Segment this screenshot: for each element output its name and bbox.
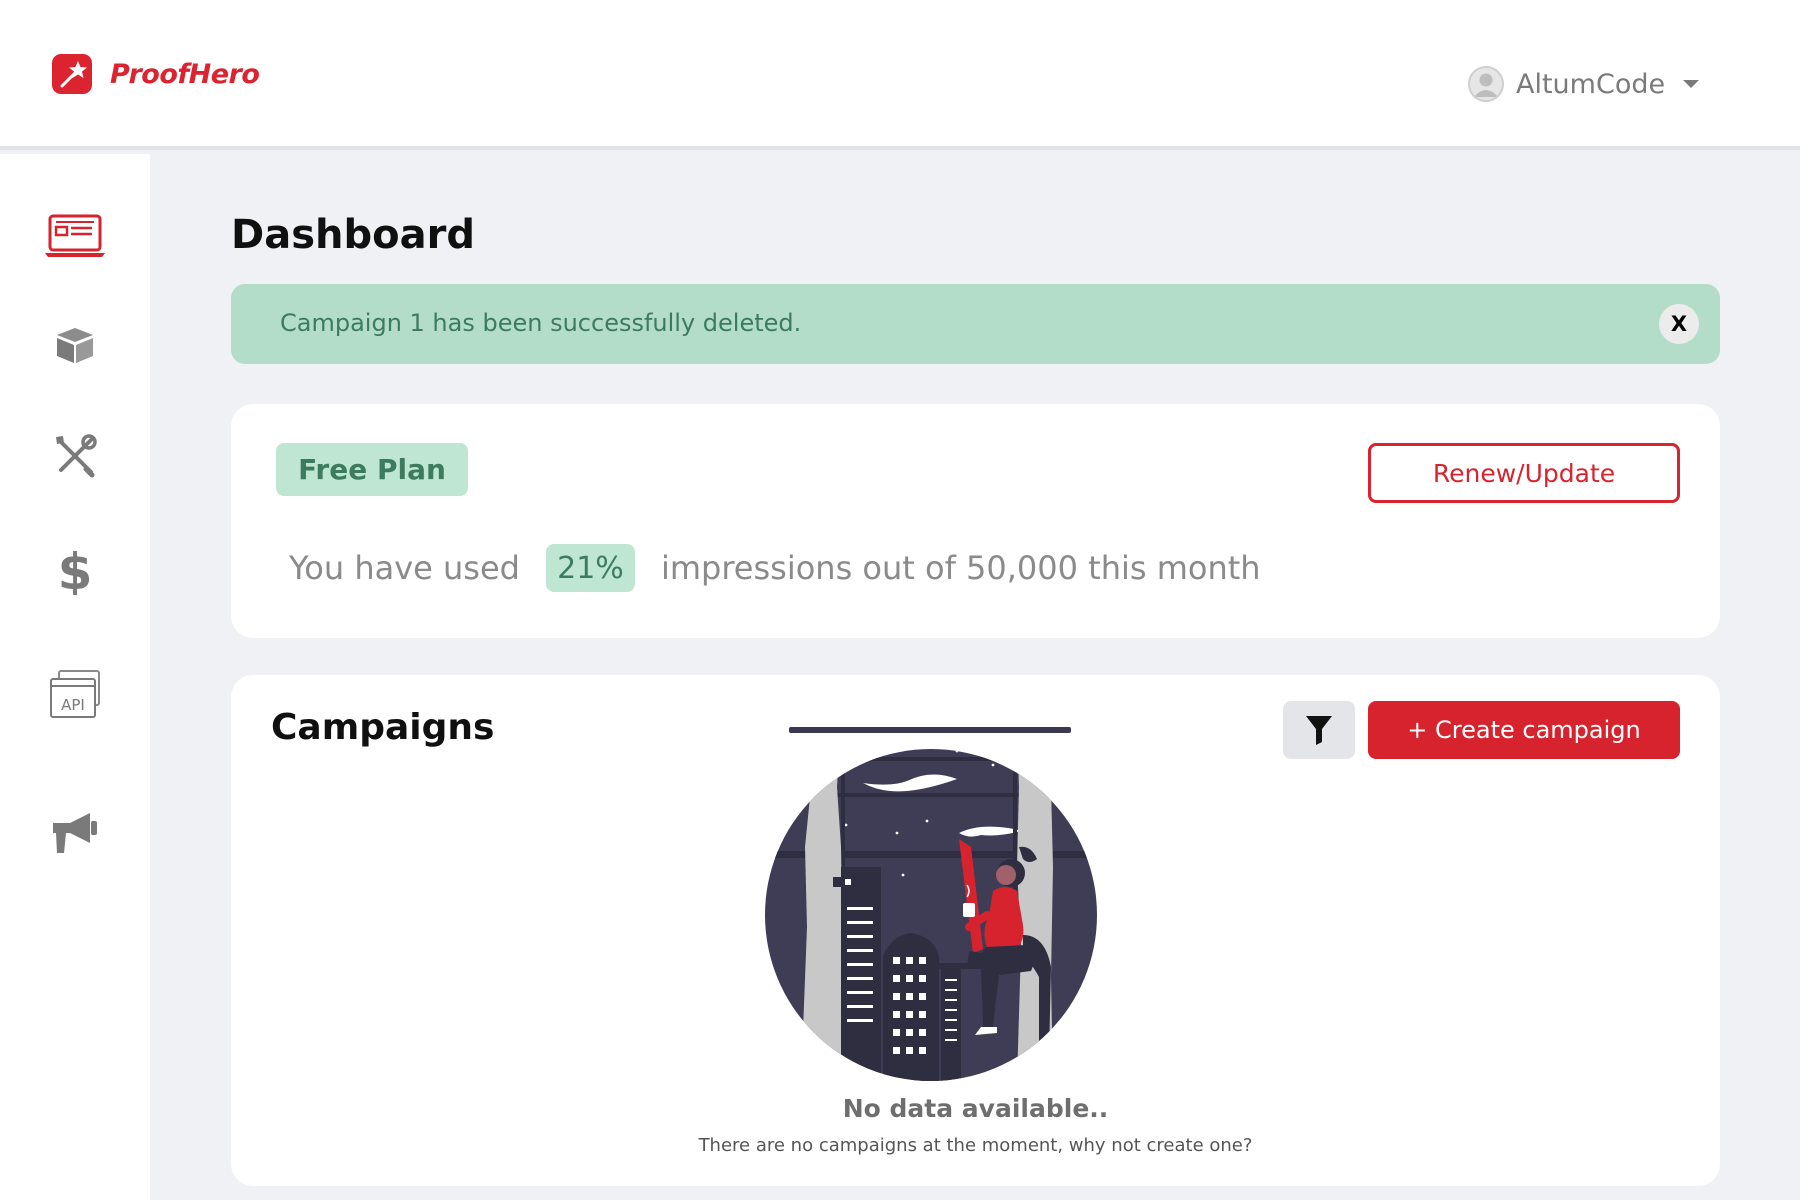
renew-update-button[interactable]: Renew/Update <box>1368 443 1680 503</box>
plan-card: Free Plan Renew/Update You have used 21%… <box>231 404 1720 638</box>
success-alert: Campaign 1 has been successfully deleted… <box>231 284 1720 364</box>
sidebar-item-tools[interactable] <box>0 416 150 496</box>
plan-badge: Free Plan <box>276 443 468 496</box>
filter-button[interactable] <box>1283 701 1355 759</box>
close-button[interactable]: X <box>1659 304 1699 344</box>
megaphone-icon <box>53 813 97 853</box>
create-campaign-button[interactable]: + Create campaign <box>1368 701 1680 759</box>
tools-icon <box>56 434 97 478</box>
main-content: Dashboard Campaign 1 has been successful… <box>150 154 1800 1200</box>
sidebar-item-products[interactable] <box>0 305 150 385</box>
svg-text:API: API <box>61 696 85 714</box>
empty-state-illustration <box>765 727 1097 1081</box>
sidebar-item-campaigns[interactable] <box>0 792 150 872</box>
chevron-down-icon <box>1683 80 1700 88</box>
empty-state-title: No data available.. <box>842 1094 1109 1123</box>
dollar-icon: $ <box>58 545 93 595</box>
sidebar-item-api[interactable]: API <box>0 654 150 734</box>
filter-icon <box>1306 716 1332 745</box>
package-icon <box>57 328 93 363</box>
sidebar-item-billing[interactable]: $ <box>0 530 150 610</box>
dashboard-icon <box>45 214 105 257</box>
usage-suffix: impressions out of 50,000 this month <box>660 549 1261 587</box>
avatar-icon <box>1468 66 1504 102</box>
api-icon: API <box>50 670 100 718</box>
user-menu[interactable]: AltumCode <box>1468 66 1700 102</box>
empty-state-subtitle: There are no campaigns at the moment, wh… <box>698 1135 1253 1156</box>
campaigns-card: Campaigns + Create campaign No data avai… <box>231 675 1720 1186</box>
usage-text: You have used 21% impressions out of 50,… <box>289 544 1261 592</box>
user-name: AltumCode <box>1516 68 1666 100</box>
page-title: Dashboard <box>231 212 475 258</box>
campaigns-title: Campaigns <box>271 707 495 748</box>
sidebar-item-dashboard[interactable] <box>0 196 150 276</box>
top-bar: ProofHero AltumCode <box>0 0 1800 150</box>
usage-percent-badge: 21% <box>545 544 635 592</box>
sidebar: $ API <box>0 154 150 1200</box>
logo[interactable]: ProofHero <box>50 52 260 96</box>
brand-name: ProofHero <box>110 58 260 90</box>
usage-prefix: You have used <box>289 549 520 587</box>
svg-text:$: $ <box>58 545 93 595</box>
logo-icon <box>52 54 92 94</box>
alert-message: Campaign 1 has been successfully deleted… <box>280 309 802 337</box>
